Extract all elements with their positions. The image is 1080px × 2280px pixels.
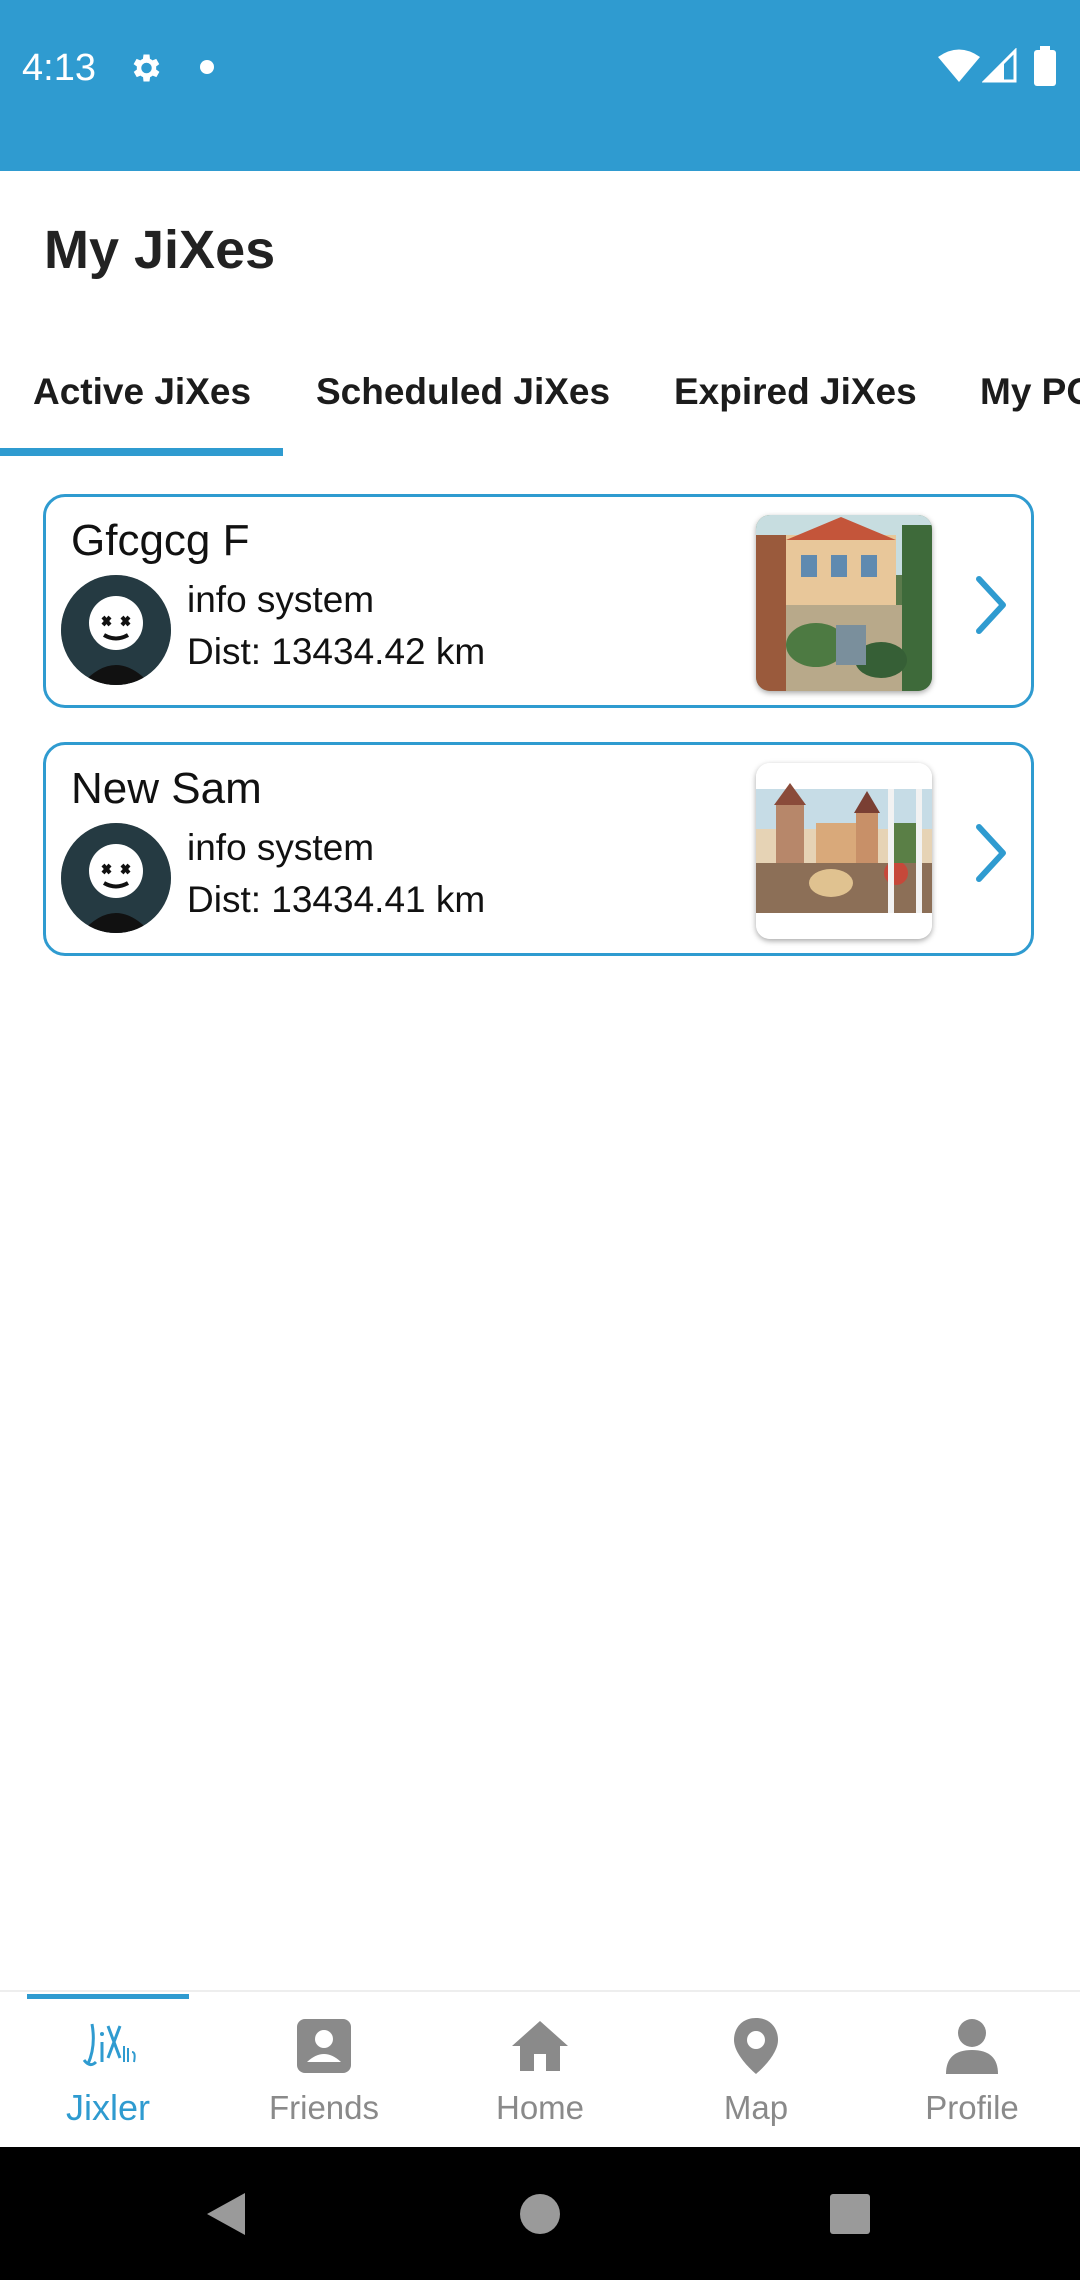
page-title: My JiXes [44, 220, 276, 280]
card-title: Gfcgcg F [71, 516, 250, 565]
gear-icon [133, 54, 160, 82]
chevron-right-icon[interactable] [971, 823, 1011, 883]
signal-icon [982, 48, 1017, 83]
nav-label-map: Map [723, 2089, 789, 2126]
tab-expired-jixes[interactable]: Expired JiXes [674, 348, 917, 458]
system-nav-bar [0, 2147, 1080, 2280]
tab-active-jixes[interactable]: Active JiXes [33, 348, 251, 458]
jix-card[interactable]: Gfcgcg F info system Dist: 13434.42 km [43, 494, 1034, 708]
tab-my-po[interactable]: My PO [980, 348, 1080, 458]
friends-icon [297, 2019, 351, 2073]
notification-dot-icon [200, 60, 214, 74]
nav-label-jixler: Jixler [65, 2087, 150, 2128]
card-info-text: info system [187, 579, 375, 620]
nav-label-profile: Profile [925, 2089, 1019, 2126]
status-time: 4:13 [22, 47, 96, 89]
home-circle-icon[interactable] [518, 2192, 562, 2236]
nav-item-profile[interactable]: Profile [864, 1992, 1080, 2149]
nav-item-home[interactable]: Home [432, 1992, 648, 2149]
battery-icon [1034, 46, 1056, 86]
wifi-icon [938, 49, 980, 82]
map-pin-icon [734, 2018, 778, 2074]
card-info-text: info system [187, 827, 375, 868]
bottom-nav: Jixler Friends Home Map Profile [0, 1990, 1080, 2147]
tab-bar: Active JiXes Scheduled JiXes Expired JiX… [0, 348, 1080, 458]
recents-icon[interactable] [829, 2193, 871, 2235]
courtyard-thumbnail [756, 515, 932, 691]
tab-scheduled-jixes[interactable]: Scheduled JiXes [316, 348, 610, 458]
home-icon [512, 2021, 568, 2071]
nav-item-jixler[interactable]: Jixler [0, 1992, 216, 2149]
tab-selected-indicator [0, 448, 283, 456]
avatar-icon [61, 823, 171, 933]
nav-label-home: Home [495, 2089, 585, 2126]
status-bar: 4:13 [0, 0, 1080, 171]
avatar-icon [61, 575, 171, 685]
nav-selected-indicator [27, 1994, 189, 1999]
castle-window-thumbnail [756, 763, 932, 939]
jix-card[interactable]: New Sam info system Dist: 13434.41 km [43, 742, 1034, 956]
card-distance-text: Dist: 13434.41 km [187, 879, 486, 920]
nav-item-map[interactable]: Map [648, 1992, 864, 2149]
screen: 4:13 My JiXes Active JiXes Scheduled JiX… [0, 0, 1080, 2280]
chevron-right-icon[interactable] [971, 575, 1011, 635]
card-title: New Sam [71, 764, 262, 813]
back-icon[interactable] [205, 2191, 247, 2237]
jixler-logo-icon [82, 2023, 136, 2067]
profile-icon [946, 2019, 998, 2074]
nav-label-friends: Friends [268, 2089, 380, 2126]
card-distance-text: Dist: 13434.42 km [187, 631, 486, 672]
nav-item-friends[interactable]: Friends [216, 1992, 432, 2149]
